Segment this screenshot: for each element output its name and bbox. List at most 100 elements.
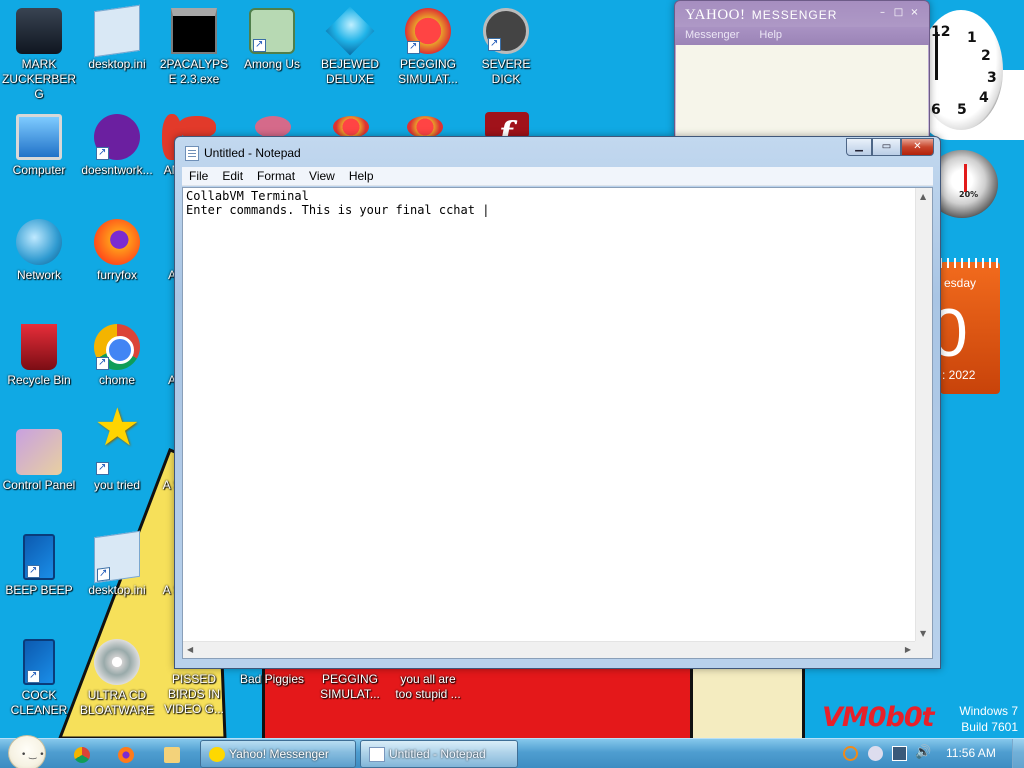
- desktop-icon-pegging-2[interactable]: PEGGING SIMULAT...: [311, 672, 389, 702]
- menu-file[interactable]: File: [182, 167, 215, 185]
- start-button[interactable]: • ‿ •: [8, 735, 46, 768]
- close-button[interactable]: ✕: [901, 138, 934, 156]
- desktop-icon-recycle-bin[interactable]: Recycle Bin: [0, 324, 78, 388]
- cmd-icon: [171, 8, 217, 54]
- yahoo-title-text: MESSENGER: [751, 8, 838, 22]
- desktop-icon-you-tried[interactable]: you tried: [78, 421, 156, 493]
- menu-messenger[interactable]: Messenger: [675, 27, 749, 45]
- desktop-icon-label: SEVERE DICK: [481, 57, 531, 86]
- caption-buttons: ▁ ▭ ✕: [846, 138, 934, 156]
- cpu-meter-value: 20%: [959, 190, 979, 199]
- desktop-icon-bejewed[interactable]: BEJEWED DELUXE: [311, 6, 389, 87]
- menu-help[interactable]: Help: [342, 167, 381, 185]
- notepad-icon: [369, 747, 385, 762]
- yahoo-menubar: Messenger Help: [675, 27, 929, 45]
- menu-format[interactable]: Format: [250, 167, 302, 185]
- shortcut-arrow-icon: [488, 36, 501, 51]
- yahoo-caption-buttons: – □ ×: [876, 7, 921, 19]
- taskbar-button-notepad[interactable]: Untitled - Notepad: [360, 740, 518, 768]
- volume-icon[interactable]: 🔊: [915, 746, 931, 761]
- horizontal-scrollbar[interactable]: ◀ ▶: [183, 641, 915, 658]
- desktop-icon-label: you tried: [93, 478, 141, 492]
- network-icon: [16, 219, 62, 265]
- clock-number: 12: [931, 24, 951, 40]
- desktop-icon-control-panel[interactable]: Control Panel: [0, 429, 78, 493]
- desktop-icon-label: PEGGING SIMULAT...: [320, 672, 380, 701]
- calendar-gadget[interactable]: esday 0 : 2022: [930, 258, 1000, 394]
- calendar-year: : 2022: [942, 368, 976, 382]
- desktop-icon-pissed-birds[interactable]: PISSED BIRDS IN VIDEO G...: [155, 672, 233, 717]
- shortcut-arrow-icon: [97, 566, 110, 582]
- desktop-icon-among-us[interactable]: Among Us: [233, 8, 311, 72]
- desktop-icon-pegging[interactable]: PEGGING SIMULAT...: [389, 8, 467, 87]
- taskbar-pin-explorer[interactable]: [152, 742, 192, 768]
- scroll-up-icon[interactable]: ▲: [920, 192, 926, 201]
- menu-help[interactable]: Help: [749, 27, 792, 45]
- close-icon[interactable]: ×: [908, 7, 921, 19]
- desktop-icon-furryfox[interactable]: furryfox: [78, 219, 156, 283]
- desktop-icon-label: ULTRA CD BLOATWARE: [80, 688, 155, 717]
- clock-number: 3: [987, 70, 997, 86]
- yahoo-logo: YAHOO!: [685, 7, 746, 23]
- desktop-icon-label: Bad Piggies: [239, 672, 305, 686]
- desktop-icon-beep-beep[interactable]: BEEP BEEP: [0, 534, 78, 598]
- clock-gadget[interactable]: 12 1 2 3 4 5 6: [919, 10, 1003, 130]
- desktop-icon-desktop-ini-2[interactable]: desktop.ini: [78, 530, 156, 598]
- scroll-down-icon[interactable]: ▼: [920, 629, 926, 638]
- maximize-icon[interactable]: □: [892, 7, 905, 19]
- desktop-icon-computer[interactable]: Computer: [0, 114, 78, 178]
- desktop-icon-desktop-ini[interactable]: desktop.ini: [78, 4, 156, 72]
- desktop-icon-label: Network: [16, 268, 61, 282]
- desktop-icon-bad-piggies[interactable]: Bad Piggies: [233, 672, 311, 687]
- taskbar-pin-firefox[interactable]: [106, 742, 146, 768]
- network-icon[interactable]: [892, 746, 907, 761]
- desktop-icon-too-stupid[interactable]: you all are too stupid ...: [389, 672, 467, 702]
- yahoo-title: YAHOO! MESSENGER: [685, 7, 837, 24]
- gem-icon: [325, 6, 375, 56]
- desktop-icon-2pacalypse[interactable]: 2PACALYPSE 2.3.exe: [155, 8, 233, 87]
- menu-view[interactable]: View: [302, 167, 342, 185]
- shortcut-arrow-icon: [253, 37, 266, 52]
- folder-icon: [164, 747, 180, 763]
- search-icon[interactable]: [843, 746, 858, 761]
- notepad-text[interactable]: CollabVM Terminal Enter commands. This i…: [186, 189, 910, 641]
- notepad-window[interactable]: Untitled - Notepad ▁ ▭ ✕ File Edit Forma…: [174, 136, 941, 669]
- desktop-icon-mark-zuckerberg[interactable]: MARK ZUCKERBERG: [0, 8, 78, 102]
- scroll-left-icon[interactable]: ◀: [187, 645, 193, 654]
- minimize-button[interactable]: ▁: [846, 138, 872, 156]
- clock-hand: [935, 32, 938, 80]
- computer-icon: [16, 114, 62, 160]
- vertical-scrollbar[interactable]: ▲ ▼: [915, 188, 932, 641]
- firefox-icon: [118, 747, 134, 763]
- desktop-icon-label: BEJEWED DELUXE: [320, 57, 379, 86]
- clock-number: 4: [979, 90, 989, 106]
- notepad-edit-area[interactable]: CollabVM Terminal Enter commands. This i…: [182, 187, 933, 659]
- desktop-icon-doesntwork[interactable]: doesntwork...: [78, 114, 156, 178]
- minimize-icon[interactable]: –: [876, 7, 889, 19]
- desktop-icon-label: desktop.ini: [88, 57, 146, 71]
- taskbar-clock[interactable]: 11:56 AM: [946, 746, 996, 760]
- wallpaper-skin-shape: [690, 665, 805, 738]
- desktop-icon-label: MARK ZUCKERBERG: [2, 57, 77, 101]
- taskbar-button-yahoo[interactable]: Yahoo! Messenger: [200, 740, 356, 768]
- desktop-icon-ultra-cd[interactable]: ULTRA CD BLOATWARE: [78, 639, 156, 718]
- scroll-right-icon[interactable]: ▶: [905, 645, 911, 654]
- clock-number: 6: [931, 102, 941, 118]
- desktop-icon-chome[interactable]: chome: [78, 324, 156, 388]
- menu-edit[interactable]: Edit: [215, 167, 250, 185]
- minus-circle-icon[interactable]: [868, 746, 883, 761]
- desktop-icon-network[interactable]: Network: [0, 219, 78, 283]
- show-desktop-button[interactable]: [1012, 739, 1024, 768]
- calendar-rings: [940, 258, 1000, 268]
- notepad-icon: [185, 146, 199, 161]
- yahoo-messenger-window[interactable]: YAHOO! MESSENGER – □ × Messenger Help: [674, 0, 930, 137]
- maximize-button[interactable]: ▭: [872, 138, 901, 156]
- star-icon: [94, 421, 141, 475]
- shortcut-arrow-icon: [96, 460, 109, 475]
- desktop-icon-label: Control Panel: [2, 478, 76, 492]
- desktop-icon-cleaner[interactable]: COCK CLEANER: [0, 639, 78, 718]
- notepad-titlebar[interactable]: Untitled - Notepad ▁ ▭ ✕: [175, 137, 940, 167]
- taskbar-pin-chrome[interactable]: [62, 742, 102, 768]
- close-icon: ✕: [913, 141, 922, 152]
- desktop-icon-severe-dick[interactable]: SEVERE DICK: [467, 8, 545, 87]
